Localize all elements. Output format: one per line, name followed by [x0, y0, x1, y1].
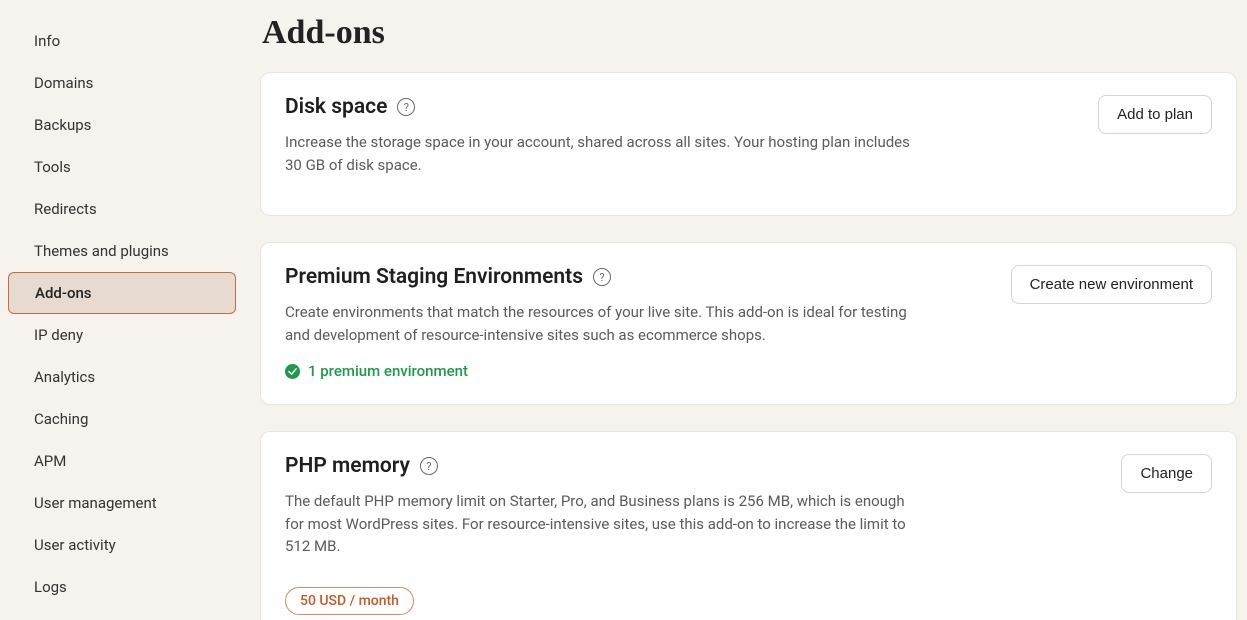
sidebar-item-ip-deny[interactable]: IP deny	[8, 314, 236, 356]
sidebar-item-add-ons[interactable]: Add-ons	[8, 272, 236, 314]
card-desc-php-memory: The default PHP memory limit on Starter,…	[285, 490, 925, 558]
card-title-php-memory: PHP memory	[285, 454, 410, 478]
main-content: Add-ons Disk space ? Increase the storag…	[248, 0, 1247, 620]
check-circle-icon	[285, 364, 300, 379]
card-disk-space: Disk space ? Increase the storage space …	[260, 72, 1237, 216]
card-staging: Premium Staging Environments ? Create en…	[260, 242, 1237, 405]
help-icon[interactable]: ?	[397, 98, 415, 116]
sidebar-item-user-activity[interactable]: User activity	[8, 524, 236, 566]
sidebar-item-user-management[interactable]: User management	[8, 482, 236, 524]
create-environment-button[interactable]: Create new environment	[1011, 265, 1212, 304]
staging-status-text: 1 premium environment	[308, 362, 468, 380]
help-icon[interactable]: ?	[593, 268, 611, 286]
sidebar-item-domains[interactable]: Domains	[8, 62, 236, 104]
sidebar-item-logs[interactable]: Logs	[8, 566, 236, 608]
staging-status: 1 premium environment	[285, 362, 925, 380]
sidebar-item-info[interactable]: Info	[8, 20, 236, 62]
sidebar-item-tools[interactable]: Tools	[8, 146, 236, 188]
card-title-disk-space: Disk space	[285, 95, 387, 119]
sidebar: Info Domains Backups Tools Redirects The…	[0, 0, 248, 620]
card-php-memory: PHP memory ? The default PHP memory limi…	[260, 431, 1237, 620]
sidebar-item-backups[interactable]: Backups	[8, 104, 236, 146]
sidebar-item-analytics[interactable]: Analytics	[8, 356, 236, 398]
card-desc-staging: Create environments that match the resou…	[285, 301, 925, 346]
sidebar-item-themes-plugins[interactable]: Themes and plugins	[8, 230, 236, 272]
help-icon[interactable]: ?	[420, 457, 438, 475]
sidebar-item-caching[interactable]: Caching	[8, 398, 236, 440]
sidebar-item-apm[interactable]: APM	[8, 440, 236, 482]
page-title: Add-ons	[262, 14, 1237, 52]
change-button[interactable]: Change	[1121, 454, 1212, 493]
card-desc-disk-space: Increase the storage space in your accou…	[285, 131, 925, 176]
sidebar-item-redirects[interactable]: Redirects	[8, 188, 236, 230]
card-title-staging: Premium Staging Environments	[285, 265, 583, 289]
add-to-plan-button[interactable]: Add to plan	[1098, 95, 1212, 134]
php-memory-price: 50 USD / month	[285, 587, 414, 615]
